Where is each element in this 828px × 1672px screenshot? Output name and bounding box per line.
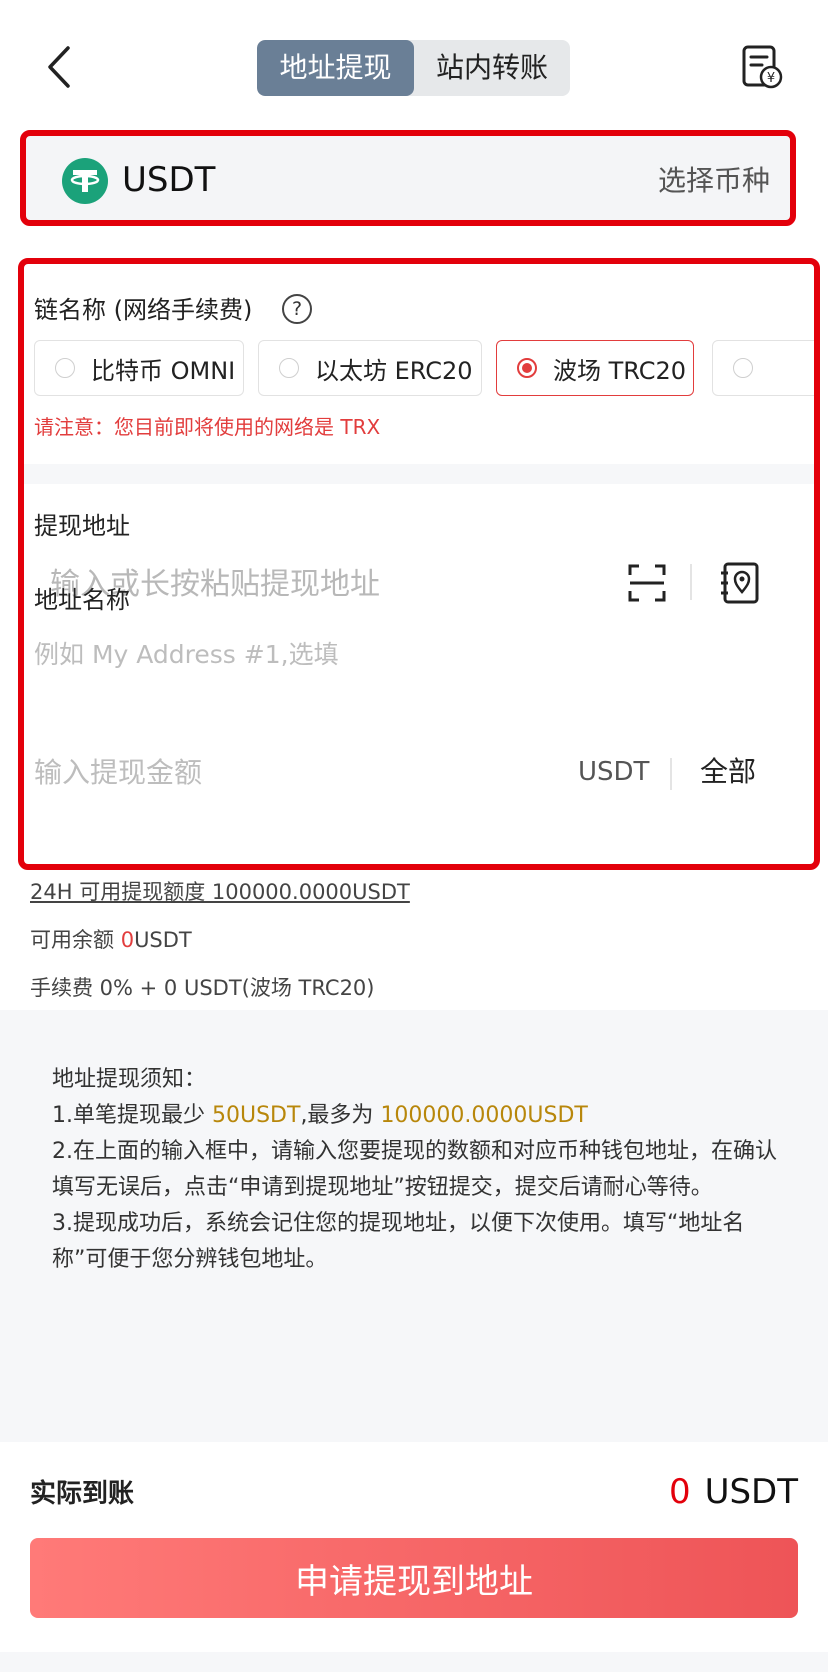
notes-title: 地址提现须知： (52, 1067, 207, 1092)
chain-option-more[interactable] (712, 340, 814, 396)
help-icon[interactable]: ? (282, 294, 312, 324)
tab-switcher: 地址提现 站内转账 (257, 40, 570, 96)
min-amount: 50USDT (211, 1103, 301, 1128)
chain-option-label: 波场 TRC20 (553, 356, 687, 385)
section-divider (24, 464, 814, 484)
notes-line-2: 2.在上面的输入框中，请输入您要提现的数额和对应币种钱包地址，在确认填写无误后，… (52, 1139, 777, 1200)
radio-icon (55, 358, 75, 378)
withdraw-notes: 地址提现须知： 1.单笔提现最少 50USDT,最多为 100000.0000U… (0, 1010, 828, 1442)
address-input[interactable] (50, 560, 610, 608)
withdraw-all-button[interactable]: 全部 (700, 752, 756, 792)
chain-option-label: 比特币 OMNI (91, 356, 236, 385)
max-amount: 100000.0000USDT (380, 1103, 588, 1128)
address-book-icon (721, 562, 759, 604)
arrival-unit: USDT (704, 1472, 798, 1512)
coin-name: USDT (122, 160, 216, 200)
scan-icon (628, 564, 666, 602)
notes-line-3: 3.提现成功后，系统会记住您的提现地址，以便下次使用。填写“地址名称”可便于您分… (52, 1211, 745, 1272)
fee-info: 手续费 0% + 0 USDT(波场 TRC20) (30, 976, 375, 1000)
chain-option-label: 以太坊 ERC20 (315, 356, 473, 385)
coin-selector[interactable]: USDT 选择币种 (20, 130, 796, 226)
radio-icon (279, 358, 299, 378)
divider (690, 564, 692, 600)
withdraw-form: 链名称 (网络手续费) ? 比特币 OMNI 以太坊 ERC20 波场 TRC2… (18, 258, 820, 870)
bottom-bar (0, 1652, 828, 1672)
radio-selected-icon (517, 358, 537, 378)
chain-label: 链名称 (网络手续费) (34, 296, 253, 324)
address-name-input[interactable] (34, 634, 634, 674)
balance-unit: USDT (134, 928, 192, 952)
arrival-label: 实际到账 (30, 1479, 135, 1509)
balance-value: 0 (120, 928, 135, 952)
tether-icon (62, 158, 108, 204)
address-name-label: 地址名称 (34, 586, 130, 614)
chain-option-erc20[interactable]: 以太坊 ERC20 (258, 340, 482, 396)
submit-withdraw-button[interactable]: 申请提现到地址 (30, 1538, 798, 1618)
divider (670, 758, 672, 790)
arrival-value: 0 (668, 1472, 691, 1512)
withdraw-quota-link[interactable]: 24H 可用提现额度 100000.0000USDT (30, 876, 410, 908)
tab-address-withdraw[interactable]: 地址提现 (257, 40, 414, 96)
network-notice: 请注意：您目前即将使用的网络是 TRX (34, 415, 381, 439)
chain-option-omni[interactable]: 比特币 OMNI (34, 340, 244, 396)
chain-option-trc20[interactable]: 波场 TRC20 (496, 340, 694, 396)
amount-unit: USDT (578, 757, 650, 787)
amount-input[interactable] (34, 748, 554, 796)
address-label: 提现地址 (34, 512, 130, 540)
back-button[interactable] (40, 40, 80, 94)
scan-button[interactable] (628, 564, 666, 602)
withdraw-record-button[interactable]: ¥ (740, 44, 784, 90)
notes-line-1: 1.单笔提现最少 50USDT,最多为 100000.0000USDT (52, 1103, 588, 1128)
arrival-amount: 0 USDT (669, 1466, 798, 1518)
available-balance: 可用余额 0USDT (30, 924, 192, 956)
radio-icon (733, 358, 753, 378)
record-icon: ¥ (742, 45, 783, 89)
tab-internal-transfer[interactable]: 站内转账 (414, 40, 570, 96)
balance-label: 可用余额 (30, 928, 121, 952)
address-book-button[interactable] (720, 562, 760, 604)
chevron-left-icon (48, 46, 70, 88)
notes-text: 地址提现须知： 1.单笔提现最少 50USDT,最多为 100000.0000U… (52, 1062, 782, 1278)
select-coin-link[interactable]: 选择币种 (658, 156, 770, 206)
svg-text:¥: ¥ (767, 71, 775, 86)
